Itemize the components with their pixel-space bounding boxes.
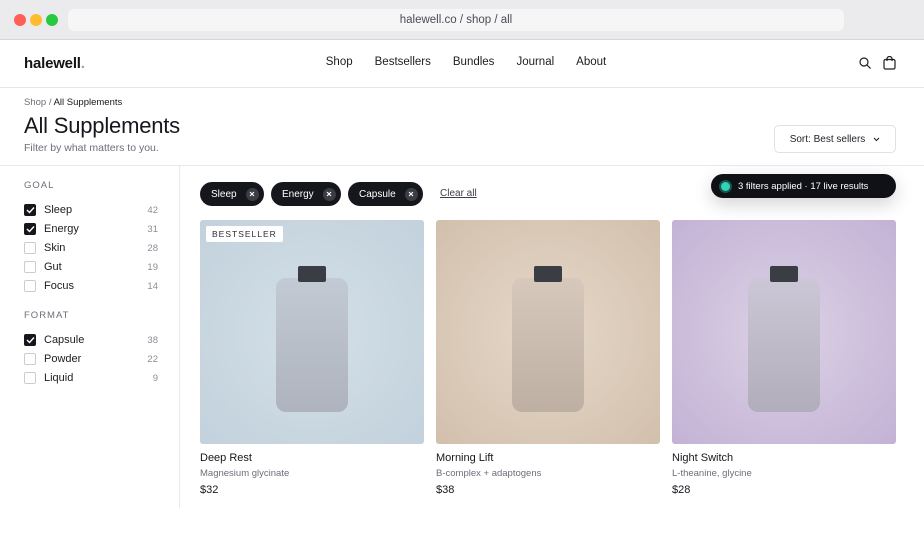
filter-group-title-goal: GOAL <box>24 180 55 191</box>
filter-option-sleep[interactable]: Sleep 42 <box>24 202 158 218</box>
clear-all-link[interactable]: Clear all <box>440 188 477 199</box>
product-image[interactable] <box>672 220 896 444</box>
product-description: Magnesium glycinate <box>200 468 290 479</box>
checkbox-unchecked[interactable] <box>24 242 36 254</box>
chevron-down-icon <box>873 134 880 145</box>
nav-item-bestsellers[interactable]: Bestsellers <box>375 56 431 68</box>
remove-filter-close-icon[interactable] <box>404 187 418 201</box>
close-window-button[interactable] <box>14 14 26 26</box>
filter-count: 28 <box>147 242 158 254</box>
filter-count: 9 <box>152 372 158 384</box>
checkbox-unchecked[interactable] <box>24 261 36 273</box>
logo-text: halewell <box>24 55 81 72</box>
toast-text: 3 filters applied · 17 live results <box>738 180 869 192</box>
filter-label: Capsule <box>44 334 85 346</box>
filter-count: 31 <box>147 223 158 235</box>
filter-count: 19 <box>147 261 158 273</box>
filter-label: Liquid <box>44 372 74 384</box>
sort-label: Sort: Best sellers <box>789 133 866 145</box>
product-image[interactable]: BESTSELLER <box>200 220 424 444</box>
product-price: $32 <box>200 484 219 496</box>
filter-label: Skin <box>44 242 66 254</box>
filter-label: Powder <box>44 353 82 365</box>
breadcrumb-shop-link[interactable]: Shop <box>24 97 46 108</box>
filter-count: 38 <box>147 334 158 346</box>
maximize-window-button[interactable] <box>46 14 58 26</box>
nav-item-shop[interactable]: Shop <box>326 56 353 68</box>
remove-filter-close-icon[interactable] <box>322 187 336 201</box>
chip-label: Capsule <box>359 188 396 200</box>
product-price: $28 <box>672 484 691 496</box>
bestseller-badge: BESTSELLER <box>206 226 283 242</box>
filter-option-capsule[interactable]: Capsule 38 <box>24 332 158 348</box>
product-card[interactable]: Night Switch L-theanine, glycine $28 <box>672 220 896 496</box>
filter-label: Gut <box>44 261 62 273</box>
filter-sidebar: GOAL Sleep 42 Energy 31 Skin 28 Gut 19 F… <box>0 166 180 508</box>
breadcrumb-separator: / <box>48 97 52 108</box>
nav-item-about[interactable]: About <box>576 56 606 68</box>
minimize-window-button[interactable] <box>30 14 42 26</box>
filter-count: 22 <box>147 353 158 365</box>
active-filter-chip-sleep[interactable]: Sleep <box>200 182 264 206</box>
filter-option-skin[interactable]: Skin 28 <box>24 240 158 256</box>
sort-dropdown[interactable]: Sort: Best sellers <box>774 125 896 153</box>
product-card[interactable]: BESTSELLER Deep Rest Magnesium glycinate… <box>200 220 424 496</box>
filter-option-focus[interactable]: Focus 14 <box>24 278 158 294</box>
product-description: L-theanine, glycine <box>672 468 752 479</box>
product-description: B-complex + adaptogens <box>436 468 542 479</box>
site-header: Shop Bestsellers Bundles Journal About h… <box>0 40 924 88</box>
filter-option-liquid[interactable]: Liquid 9 <box>24 370 158 386</box>
filter-count: 42 <box>147 204 158 216</box>
product-name[interactable]: Night Switch <box>672 452 896 464</box>
bottle-illustration <box>672 220 896 444</box>
bottle-illustration <box>436 220 660 444</box>
product-name[interactable]: Morning Lift <box>436 452 660 464</box>
remove-filter-close-icon[interactable] <box>245 187 259 201</box>
product-card[interactable]: Morning Lift B-complex + adaptogens $38 <box>436 220 660 496</box>
logo-dot: . <box>80 55 85 72</box>
checkbox-checked[interactable] <box>24 204 36 216</box>
cart-icon[interactable] <box>883 56 896 70</box>
breadcrumb: Shop / All Supplements <box>24 97 122 108</box>
page-title: All Supplements <box>24 113 180 138</box>
active-filter-chip-energy[interactable]: Energy <box>271 182 341 206</box>
nav-item-bundles[interactable]: Bundles <box>453 56 495 68</box>
active-filter-chip-capsule[interactable]: Capsule <box>348 182 423 206</box>
page-subtitle: Filter by what matters to you. <box>24 142 159 154</box>
filter-option-energy[interactable]: Energy 31 <box>24 221 158 237</box>
checkbox-unchecked[interactable] <box>24 280 36 292</box>
product-name[interactable]: Deep Rest <box>200 452 424 464</box>
filters-applied-toast: 3 filters applied · 17 live results <box>711 174 896 198</box>
checkbox-unchecked[interactable] <box>24 353 36 365</box>
filter-label: Energy <box>44 223 79 235</box>
checkbox-checked[interactable] <box>24 334 36 346</box>
breadcrumb-current: All Supplements <box>53 97 123 108</box>
product-image[interactable] <box>436 220 660 444</box>
filter-label: Focus <box>44 280 74 292</box>
main-nav: Shop Bestsellers Bundles Journal About <box>0 40 924 88</box>
browser-chrome: halewell.co / shop / all <box>0 0 924 40</box>
logo[interactable]: halewell. <box>24 55 85 72</box>
search-icon[interactable] <box>859 57 871 69</box>
status-dot-icon <box>721 181 730 191</box>
checkbox-checked[interactable] <box>24 223 36 235</box>
checkbox-unchecked[interactable] <box>24 372 36 384</box>
filter-group-title-format: FORMAT <box>24 310 70 321</box>
filter-option-powder[interactable]: Powder 22 <box>24 351 158 367</box>
nav-item-journal[interactable]: Journal <box>516 56 554 68</box>
filter-label: Sleep <box>44 204 73 216</box>
filter-option-gut[interactable]: Gut 19 <box>24 259 158 275</box>
product-price: $38 <box>436 484 455 496</box>
chip-label: Sleep <box>211 188 237 200</box>
chip-label: Energy <box>282 188 314 200</box>
bottle-illustration <box>200 220 424 444</box>
filter-count: 14 <box>147 280 158 292</box>
address-bar[interactable]: halewell.co / shop / all <box>68 9 844 31</box>
